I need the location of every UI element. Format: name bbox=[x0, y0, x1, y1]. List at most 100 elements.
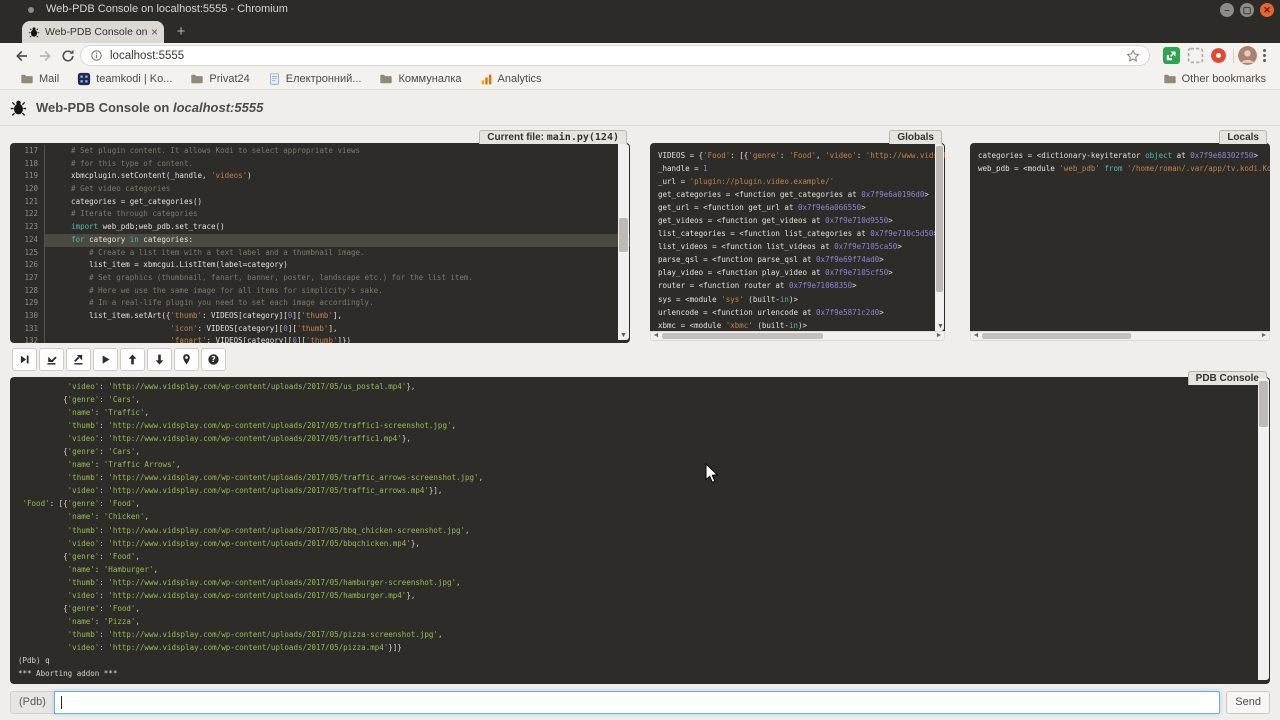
other-bookmarks-button[interactable]: Other bookmarks bbox=[1163, 72, 1266, 86]
folder-icon bbox=[1163, 72, 1177, 86]
window-titlebar[interactable]: Web-PDB Console on localhost:5555 - Chro… bbox=[0, 0, 1280, 20]
avatar-image bbox=[1238, 46, 1257, 65]
code-vertical-scrollbar[interactable]: ▼ bbox=[618, 144, 629, 340]
help-icon: ? bbox=[207, 353, 220, 366]
locals-list: categories = <dictionary-keyiterator obj… bbox=[970, 143, 1270, 337]
pdb-console-output: 'video': 'http://www.vidsplay.com/wp-con… bbox=[10, 377, 1270, 684]
console-vertical-scrollbar[interactable] bbox=[1258, 378, 1269, 680]
url-text[interactable]: localhost:5555 bbox=[110, 50, 184, 62]
scrollbar-thumb[interactable] bbox=[662, 333, 823, 339]
bookmark-label: Privat24 bbox=[209, 73, 249, 85]
scroll-right-arrow[interactable]: ► bbox=[1259, 332, 1269, 340]
browser-toolbar: localhost:5555 bbox=[0, 43, 1280, 69]
mouse-cursor bbox=[705, 463, 719, 484]
bookmark-star-icon[interactable] bbox=[1126, 49, 1140, 63]
address-bar[interactable]: localhost:5555 bbox=[80, 45, 1150, 66]
command-row: (Pdb) Send bbox=[10, 691, 1270, 714]
profile-avatar[interactable] bbox=[1238, 46, 1257, 65]
bookmark-kommunalka[interactable]: Коммуналка bbox=[379, 72, 461, 86]
bookmark-teamkodi[interactable]: teamkodi | Ko... bbox=[77, 72, 172, 86]
scroll-left-arrow[interactable]: ◄ bbox=[971, 332, 981, 340]
locals-tab: Locals bbox=[1219, 130, 1267, 144]
tab-strip: Web-PDB Console on loca × + bbox=[0, 20, 1280, 43]
globals-panel: Globals VIDEOS = {'Food': [{'genre': 'Fo… bbox=[650, 130, 945, 331]
step-into-icon bbox=[45, 353, 58, 366]
maximize-button[interactable]: ▢ bbox=[1240, 3, 1254, 17]
bookmark-mail[interactable]: Mail bbox=[20, 72, 59, 86]
close-button[interactable]: ✕ bbox=[1260, 3, 1274, 17]
browser-tab[interactable]: Web-PDB Console on loca × bbox=[22, 21, 164, 43]
window-title: Web-PDB Console on localhost:5555 - Chro… bbox=[46, 3, 288, 15]
stack-down-button[interactable] bbox=[147, 348, 172, 371]
scrollbar-thumb[interactable] bbox=[982, 333, 1131, 339]
globals-tab: Globals bbox=[889, 130, 942, 144]
toolbar-separator bbox=[1233, 49, 1234, 63]
new-tab-button[interactable]: + bbox=[172, 23, 190, 41]
bookmark-privat24[interactable]: Privat24 bbox=[190, 72, 249, 86]
globals-horizontal-scrollbar[interactable]: ◄ ► bbox=[650, 331, 945, 341]
locals-horizontal-scrollbar[interactable]: ◄ ► bbox=[970, 331, 1270, 341]
bookmark-label: teamkodi | Ko... bbox=[96, 73, 172, 85]
bookmark-label: Mail bbox=[39, 73, 59, 85]
pdb-console-tab: PDB Console bbox=[1188, 371, 1267, 385]
browser-menu-icon[interactable] bbox=[1263, 47, 1267, 64]
step-into-button[interactable] bbox=[39, 348, 64, 371]
other-bookmarks-label: Other bookmarks bbox=[1182, 73, 1266, 85]
back-icon[interactable] bbox=[14, 48, 30, 64]
site-info-icon[interactable] bbox=[90, 49, 103, 62]
bookmarks-bar: Mail teamkodi | Ko... Privat24 Електронн… bbox=[0, 69, 1280, 90]
play-icon bbox=[99, 353, 112, 366]
extension-red-icon[interactable] bbox=[1210, 47, 1227, 64]
where-button[interactable] bbox=[174, 348, 199, 371]
pdb-console-panel: PDB Console 'video': 'http://www.vidspla… bbox=[10, 371, 1270, 681]
current-file-name: main.py(124) bbox=[547, 132, 619, 143]
current-file-tab: Current file: main.py(124) bbox=[479, 130, 627, 144]
scroll-left-arrow[interactable]: ◄ bbox=[651, 332, 661, 340]
svg-text:?: ? bbox=[211, 355, 215, 364]
locals-panel: Locals categories = <dictionary-keyitera… bbox=[970, 130, 1270, 331]
window-icon bbox=[28, 7, 34, 13]
pdb-prompt-label: (Pdb) bbox=[10, 691, 54, 714]
continue-button[interactable] bbox=[93, 348, 118, 371]
scrollbar-thumb[interactable] bbox=[619, 218, 628, 252]
extension-capture-icon[interactable] bbox=[1187, 47, 1204, 64]
folder-icon bbox=[379, 72, 393, 86]
forward-icon[interactable] bbox=[37, 48, 53, 64]
bookmark-label: Коммуналка bbox=[398, 73, 461, 85]
bookmark-electronic[interactable]: Електронний... bbox=[268, 72, 362, 86]
step-next-icon bbox=[18, 353, 31, 366]
folder-icon bbox=[20, 72, 34, 86]
scroll-right-arrow[interactable]: ► bbox=[934, 332, 944, 340]
globals-vertical-scrollbar[interactable]: ▼ bbox=[935, 144, 944, 331]
reload-icon[interactable] bbox=[60, 48, 76, 64]
tab-title: Web-PDB Console on loca bbox=[45, 26, 148, 38]
browser-window: Web-PDB Console on localhost:5555 - Chro… bbox=[0, 0, 1280, 720]
minimize-button[interactable]: – bbox=[1220, 3, 1234, 17]
globals-list: VIDEOS = {'Food': [{'genre': 'Food', 'vi… bbox=[650, 143, 945, 337]
source-code-view: 117 # Set plugin content. It allows Kodi… bbox=[10, 143, 630, 343]
step-out-icon bbox=[72, 353, 85, 366]
bookmark-analytics[interactable]: Analytics bbox=[480, 73, 542, 86]
tab-close-icon[interactable]: × bbox=[151, 27, 158, 37]
scrollbar-thumb[interactable] bbox=[936, 146, 943, 292]
next-button[interactable] bbox=[12, 348, 37, 371]
step-return-button[interactable] bbox=[66, 348, 91, 371]
extension-green-icon[interactable] bbox=[1163, 47, 1180, 64]
arrow-down-icon bbox=[153, 353, 166, 366]
debug-toolbar: ? bbox=[12, 348, 226, 371]
scroll-down-arrow[interactable]: ▼ bbox=[935, 322, 946, 331]
send-button[interactable]: Send bbox=[1226, 691, 1270, 714]
bookmark-label: Електронний... bbox=[286, 73, 362, 85]
bookmark-label: Analytics bbox=[498, 73, 542, 85]
arrow-up-icon bbox=[126, 353, 139, 366]
scroll-down-arrow[interactable]: ▼ bbox=[618, 331, 629, 340]
help-button[interactable]: ? bbox=[201, 348, 226, 371]
stack-up-button[interactable] bbox=[120, 348, 145, 371]
current-file-panel: Current file: main.py(124) 117 # Set plu… bbox=[10, 130, 630, 341]
kodi-icon bbox=[77, 72, 91, 86]
scrollbar-thumb[interactable] bbox=[1259, 381, 1268, 427]
command-input[interactable] bbox=[54, 691, 1220, 714]
document-icon bbox=[268, 72, 281, 86]
folder-icon bbox=[190, 72, 204, 86]
page-title-host: localhost:5555 bbox=[173, 100, 263, 115]
